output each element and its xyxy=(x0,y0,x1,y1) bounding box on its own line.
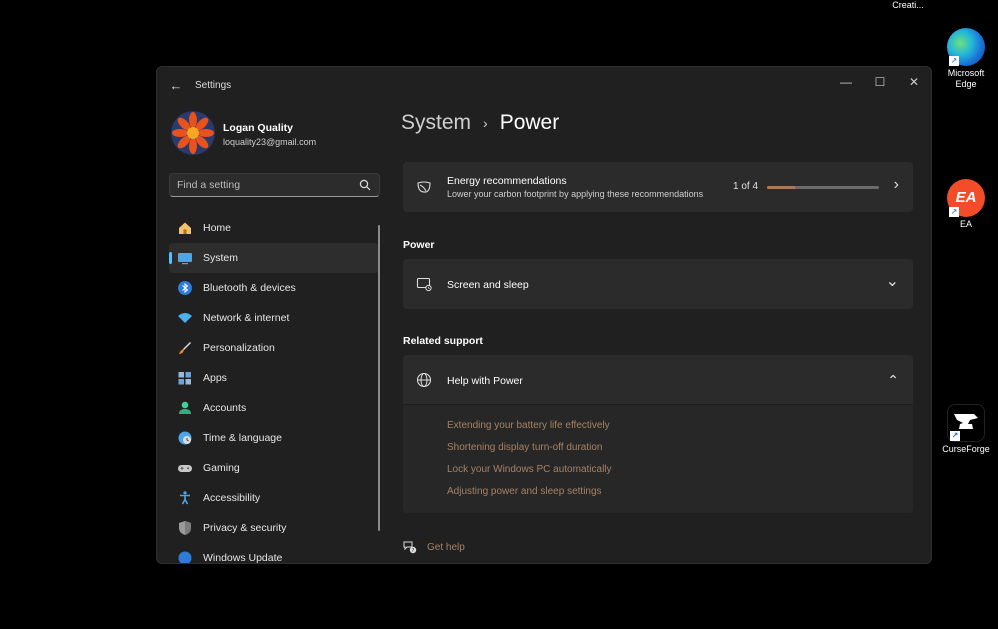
sidebar-scrollbar[interactable] xyxy=(378,225,380,531)
sidebar-nav: Home System Bluetooth & devices Network … xyxy=(169,213,379,564)
section-power-label: Power xyxy=(403,239,435,251)
sidebar-item-label: Privacy & security xyxy=(203,522,287,534)
sidebar-item-personalization[interactable]: Personalization xyxy=(169,333,379,363)
help-with-power-card: Help with Power ⌃ Extending your battery… xyxy=(403,355,913,513)
edge-icon: ↗ xyxy=(947,28,985,66)
minimize-button[interactable]: — xyxy=(829,71,863,93)
get-help-link[interactable]: ? Get help xyxy=(403,540,465,554)
help-with-power-header[interactable]: Help with Power ⌃ xyxy=(403,355,913,405)
desktop-icon-edge[interactable]: ↗ Microsoft Edge xyxy=(936,28,996,90)
avatar[interactable] xyxy=(171,111,215,155)
search-box[interactable] xyxy=(169,173,380,197)
energy-subtitle: Lower your carbon footprint by applying … xyxy=(447,189,704,199)
svg-text:?: ? xyxy=(412,548,415,554)
sidebar-item-label: Accessibility xyxy=(203,492,261,504)
energy-recommendations-card[interactable]: Energy recommendations Lower your carbon… xyxy=(403,162,913,212)
update-icon xyxy=(178,551,192,563)
sidebar-item-system[interactable]: System xyxy=(169,243,379,273)
apps-icon xyxy=(178,372,191,385)
system-icon xyxy=(178,253,192,265)
recommendation-progress-bar xyxy=(767,186,879,189)
chevron-down-icon: ⌄ xyxy=(885,273,899,290)
bluetooth-icon xyxy=(178,281,192,295)
desktop-icon-curseforge[interactable]: ↗ CurseForge xyxy=(936,404,996,455)
user-email: loquality23@gmail.com xyxy=(223,137,317,147)
help-link[interactable]: Lock your Windows PC automatically xyxy=(447,463,612,485)
sidebar-item-label: Apps xyxy=(203,372,227,384)
back-button[interactable]: ← xyxy=(167,77,185,95)
sidebar-item-home[interactable]: Home xyxy=(169,213,379,243)
section-related-support-label: Related support xyxy=(403,335,483,347)
accessibility-icon xyxy=(180,491,190,505)
settings-window: ← Settings — ☐ ✕ Logan Quality loquality… xyxy=(156,66,932,564)
sidebar-item-label: Bluetooth & devices xyxy=(203,282,296,294)
sidebar-item-label: Personalization xyxy=(203,342,275,354)
accounts-icon xyxy=(179,401,191,414)
screen-and-sleep-card[interactable]: Screen and sleep ⌄ xyxy=(403,259,913,309)
sidebar-item-gaming[interactable]: Gaming xyxy=(169,453,379,483)
chevron-right-icon: › xyxy=(893,176,899,193)
sidebar-item-accessibility[interactable]: Accessibility xyxy=(169,483,379,513)
help-with-power-title: Help with Power xyxy=(447,375,523,387)
help-link[interactable]: Shortening display turn-off duration xyxy=(447,441,612,463)
sidebar-item-network[interactable]: Network & internet xyxy=(169,303,379,333)
screen-sleep-title: Screen and sleep xyxy=(447,279,529,291)
help-link[interactable]: Extending your battery life effectively xyxy=(447,419,612,441)
sidebar-item-apps[interactable]: Apps xyxy=(169,363,379,393)
screen-sleep-icon xyxy=(416,277,432,292)
progress-fill xyxy=(767,186,795,189)
sidebar-item-label: Gaming xyxy=(203,462,240,474)
shield-icon xyxy=(179,521,191,535)
clock-globe-icon xyxy=(178,431,192,445)
globe-icon xyxy=(416,372,432,388)
sidebar-item-privacy[interactable]: Privacy & security xyxy=(169,513,379,543)
close-button[interactable]: ✕ xyxy=(897,71,931,93)
shortcut-arrow-icon: ↗ xyxy=(949,207,959,217)
sidebar-item-label: Windows Update xyxy=(203,552,283,564)
help-link[interactable]: Adjusting power and sleep settings xyxy=(447,485,612,507)
search-input[interactable] xyxy=(170,174,350,196)
user-name: Logan Quality xyxy=(223,122,294,134)
get-help-icon: ? xyxy=(403,541,417,554)
sidebar-item-label: Accounts xyxy=(203,402,247,414)
leaf-icon xyxy=(417,181,431,193)
sidebar-item-bluetooth[interactable]: Bluetooth & devices xyxy=(169,273,379,303)
window-title: Settings xyxy=(195,80,232,91)
sidebar-item-time-language[interactable]: Time & language xyxy=(169,423,379,453)
ea-logo-text: EA xyxy=(955,189,977,206)
wifi-icon xyxy=(178,313,192,323)
recommendation-counter: 1 of 4 xyxy=(733,181,759,192)
desktop-icon-label: CurseForge xyxy=(942,444,990,454)
sidebar-item-label: Home xyxy=(203,222,232,234)
maximize-button[interactable]: ☐ xyxy=(863,71,897,93)
sidebar-item-label: Network & internet xyxy=(203,312,290,324)
breadcrumb-separator: › xyxy=(483,115,488,131)
sidebar-item-label: Time & language xyxy=(203,432,282,444)
page-title: Power xyxy=(499,111,560,134)
desktop-icon-label: EA xyxy=(959,219,972,229)
sidebar-item-accounts[interactable]: Accounts xyxy=(169,393,379,423)
chevron-up-icon: ⌃ xyxy=(887,372,899,388)
brush-icon xyxy=(179,342,191,354)
title-bar[interactable]: ← Settings — ☐ ✕ xyxy=(157,67,931,105)
desktop-icon-ea[interactable]: EA ↗ EA xyxy=(936,179,996,230)
shortcut-arrow-icon: ↗ xyxy=(950,431,960,441)
ea-icon: EA ↗ xyxy=(947,179,985,217)
breadcrumb-system[interactable]: System xyxy=(401,111,471,135)
sidebar-item-label: System xyxy=(203,252,239,264)
breadcrumb: System › Power xyxy=(401,111,559,135)
home-icon xyxy=(179,222,191,234)
search-icon[interactable] xyxy=(359,179,371,191)
desktop-icon-label: Creati... xyxy=(892,0,924,10)
desktop-icon-creative-cloud[interactable]: Creati... xyxy=(878,0,938,11)
sidebar-item-windows-update[interactable]: Windows Update xyxy=(169,543,379,564)
desktop-icon-label: Microsoft Edge xyxy=(947,68,985,89)
get-help-label: Get help xyxy=(427,541,465,553)
energy-title: Energy recommendations xyxy=(447,175,567,187)
shortcut-arrow-icon: ↗ xyxy=(949,56,959,66)
help-links: Extending your battery life effectively … xyxy=(447,419,612,507)
gamepad-icon xyxy=(178,465,192,472)
curseforge-icon: ↗ xyxy=(947,404,985,442)
